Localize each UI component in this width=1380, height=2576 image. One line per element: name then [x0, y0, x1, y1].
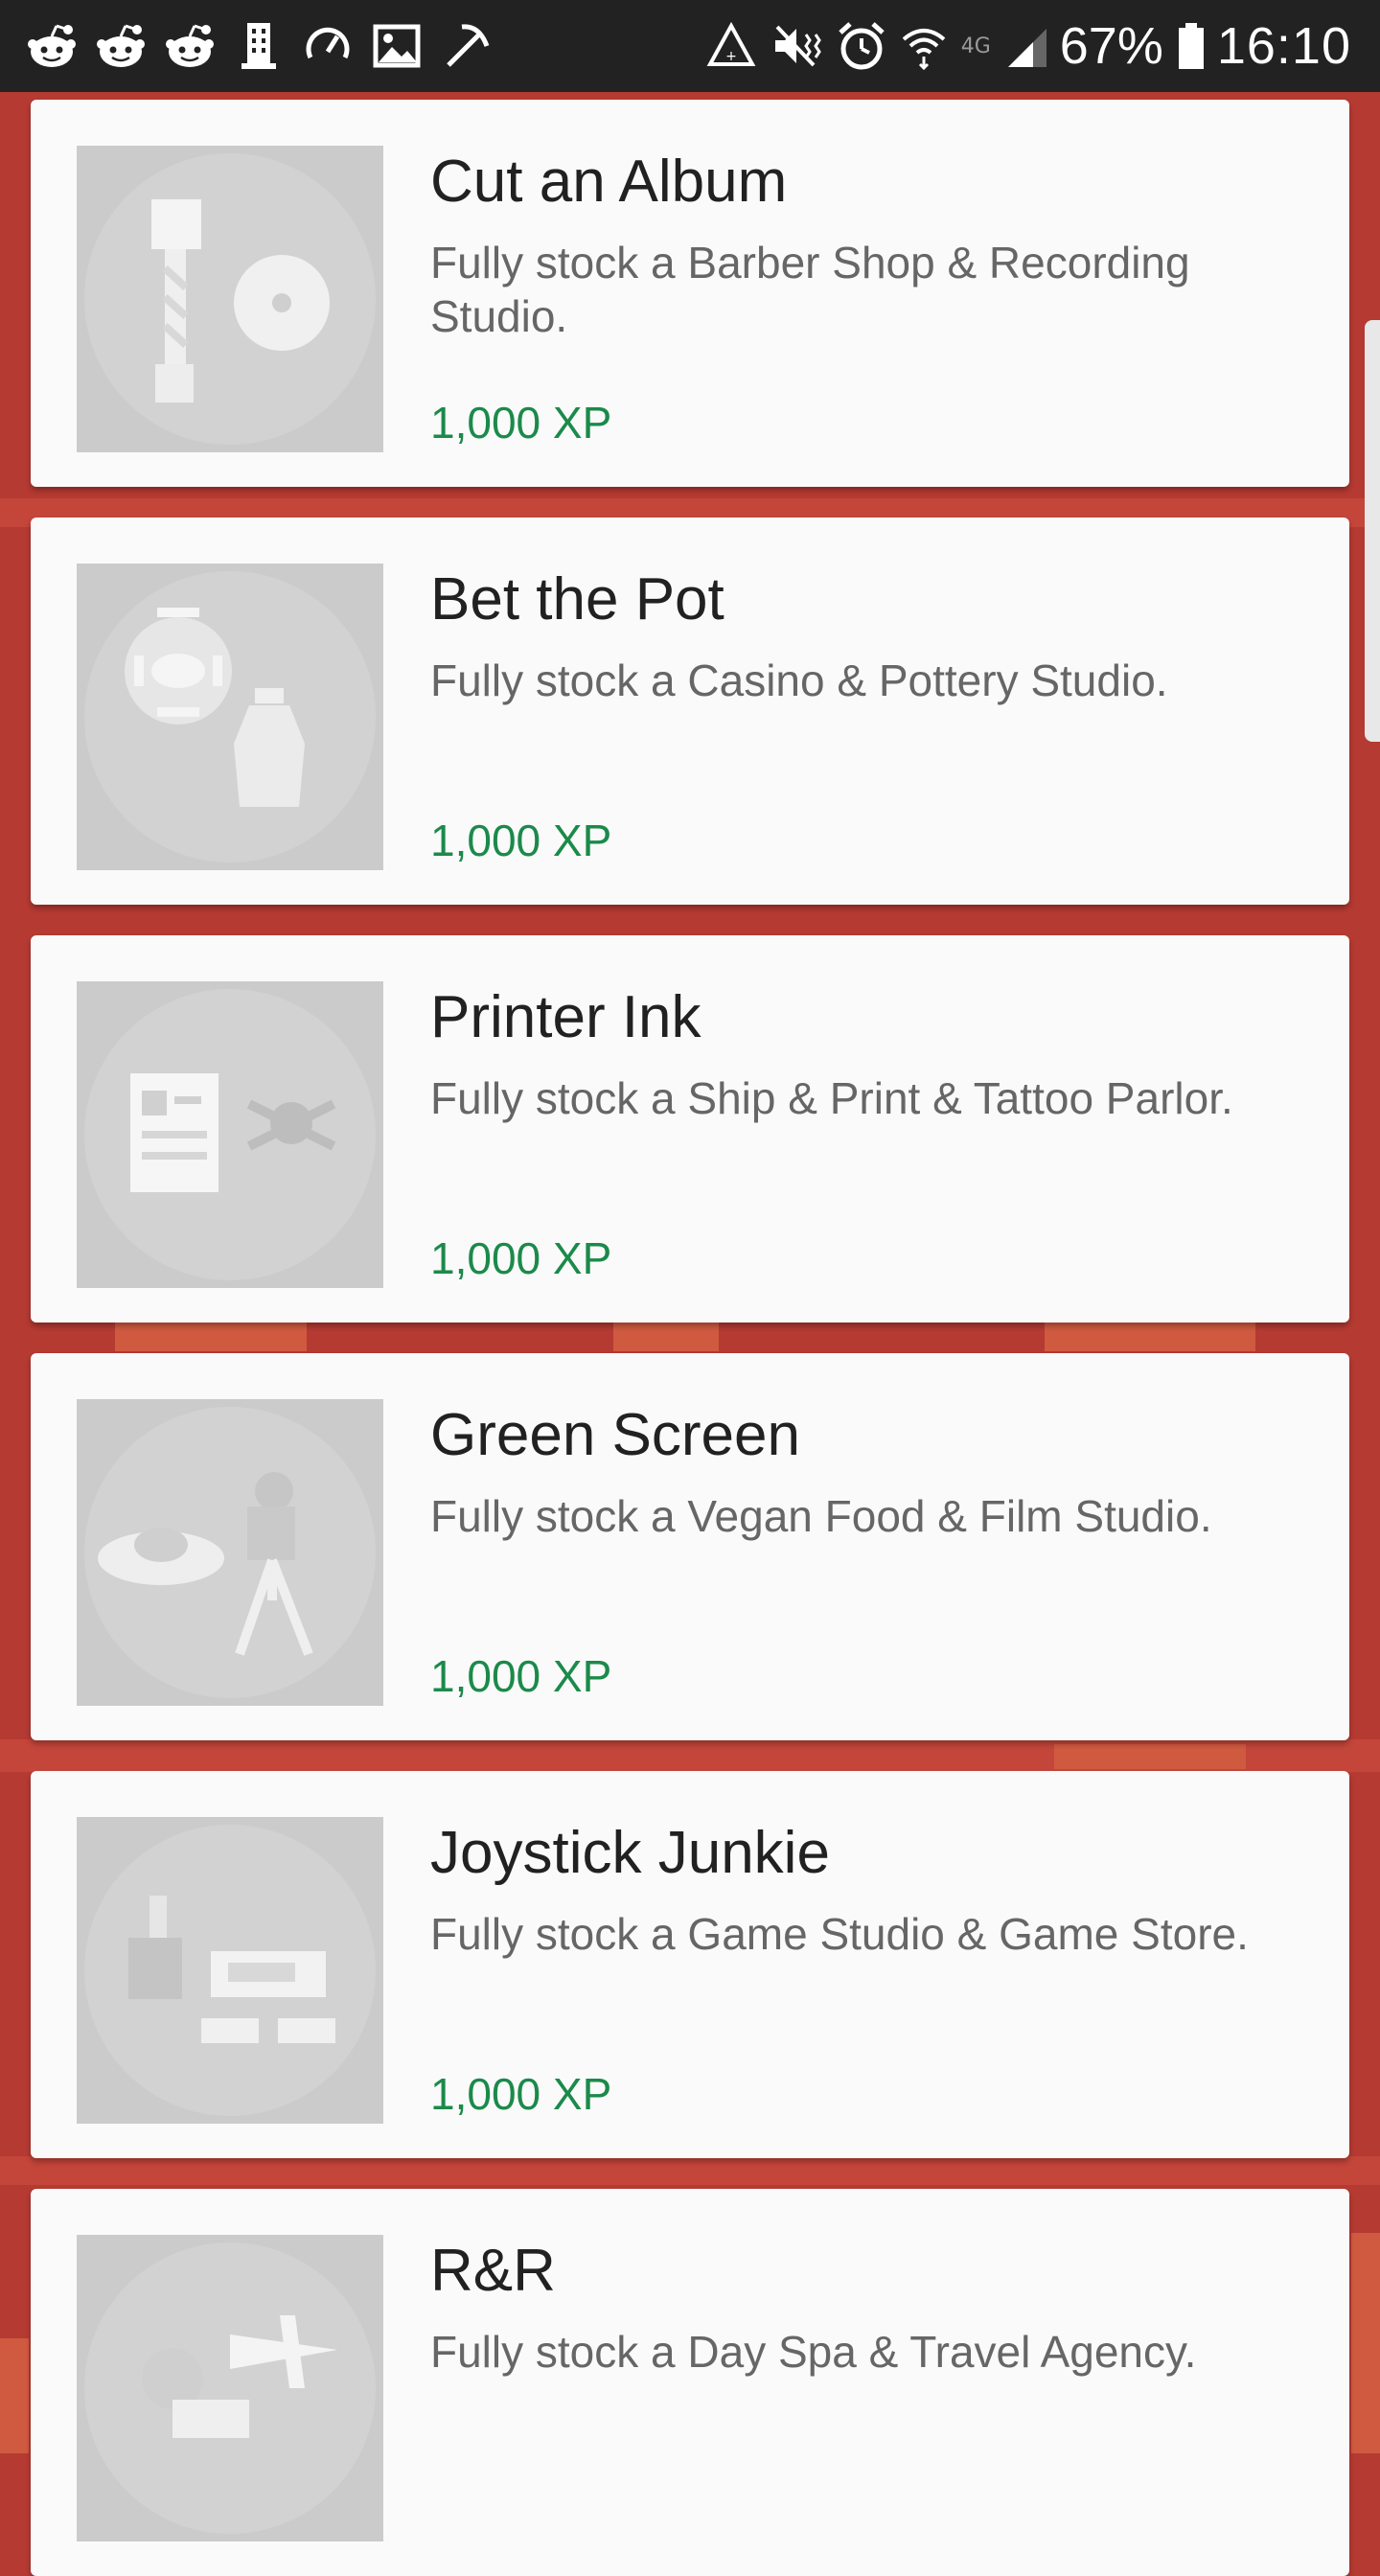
achievement-xp: 1,000 XP: [430, 2069, 612, 2119]
barber-pole-and-record-icon: [77, 146, 383, 452]
lte-icon: 4G: [960, 34, 991, 58]
achievement-description: Fully stock a Casino & Pottery Studio.: [430, 656, 1168, 705]
achievement-description: Fully stock a Vegan Food & Film Studio.: [430, 1491, 1212, 1541]
achievement-xp: 1,000 XP: [430, 1233, 612, 1283]
achievement-title: Cut an Album: [430, 149, 788, 215]
achievement-card[interactable]: Printer Ink Fully stock a Ship & Print &…: [31, 935, 1349, 1322]
achievement-title: Printer Ink: [430, 984, 702, 1050]
achievement-xp: 1,000 XP: [430, 1651, 612, 1701]
achievement-card[interactable]: Cut an Album Fully stock a Barber Shop &…: [31, 100, 1349, 487]
achievement-description: Fully stock a Game Studio & Game Store.: [430, 1909, 1249, 1959]
pickaxe-icon: [439, 19, 493, 73]
alarm-icon: [837, 19, 886, 73]
reddit-icon: [163, 19, 217, 73]
wifi-icon: [900, 19, 948, 73]
scrollbar[interactable]: [1365, 320, 1380, 742]
system-status-icons: + 4G 67% 16:10: [693, 16, 1351, 76]
achievement-xp: 1,000 XP: [430, 398, 612, 448]
svg-text:+: +: [725, 49, 737, 64]
achievement-xp: 1,000 XP: [430, 816, 612, 865]
salad-and-camera-icon: [77, 1399, 383, 1706]
recycle-icon: +: [706, 19, 756, 73]
building-icon: [232, 19, 286, 73]
status-bar: + 4G 67% 16:10: [0, 0, 1380, 92]
joystick-and-console-icon: [77, 1817, 383, 2124]
reddit-icon: [25, 19, 79, 73]
clock: 16:10: [1216, 17, 1351, 75]
battery-icon: [1177, 19, 1206, 73]
achievement-card[interactable]: R&R Fully stock a Day Spa & Travel Agenc…: [31, 2189, 1349, 2576]
spa-and-airplane-icon: [77, 2235, 383, 2542]
achievement-card[interactable]: Green Screen Fully stock a Vegan Food & …: [31, 1353, 1349, 1740]
achievement-card[interactable]: Joystick Junkie Fully stock a Game Studi…: [31, 1771, 1349, 2158]
achievement-description: Fully stock a Barber Shop & Recording St…: [430, 238, 1190, 341]
achievement-card[interactable]: Bet the Pot Fully stock a Casino & Potte…: [31, 518, 1349, 905]
battery-percent: 67%: [1059, 17, 1163, 75]
vibrate-mute-icon: [770, 19, 823, 73]
achievement-title: Green Screen: [430, 1402, 800, 1468]
signal-icon: [1004, 19, 1050, 73]
image-icon: [370, 19, 424, 73]
notification-icons: [25, 19, 508, 73]
speedometer-icon: [301, 19, 355, 73]
achievement-title: Bet the Pot: [430, 566, 724, 632]
paper-and-skull-icon: [77, 981, 383, 1288]
reddit-icon: [94, 19, 148, 73]
poker-chip-and-vase-icon: [77, 564, 383, 870]
achievement-title: R&R: [430, 2238, 556, 2304]
achievement-title: Joystick Junkie: [430, 1820, 830, 1886]
achievement-description: Fully stock a Ship & Print & Tattoo Parl…: [430, 1073, 1233, 1123]
achievement-description: Fully stock a Day Spa & Travel Agency.: [430, 2327, 1197, 2377]
